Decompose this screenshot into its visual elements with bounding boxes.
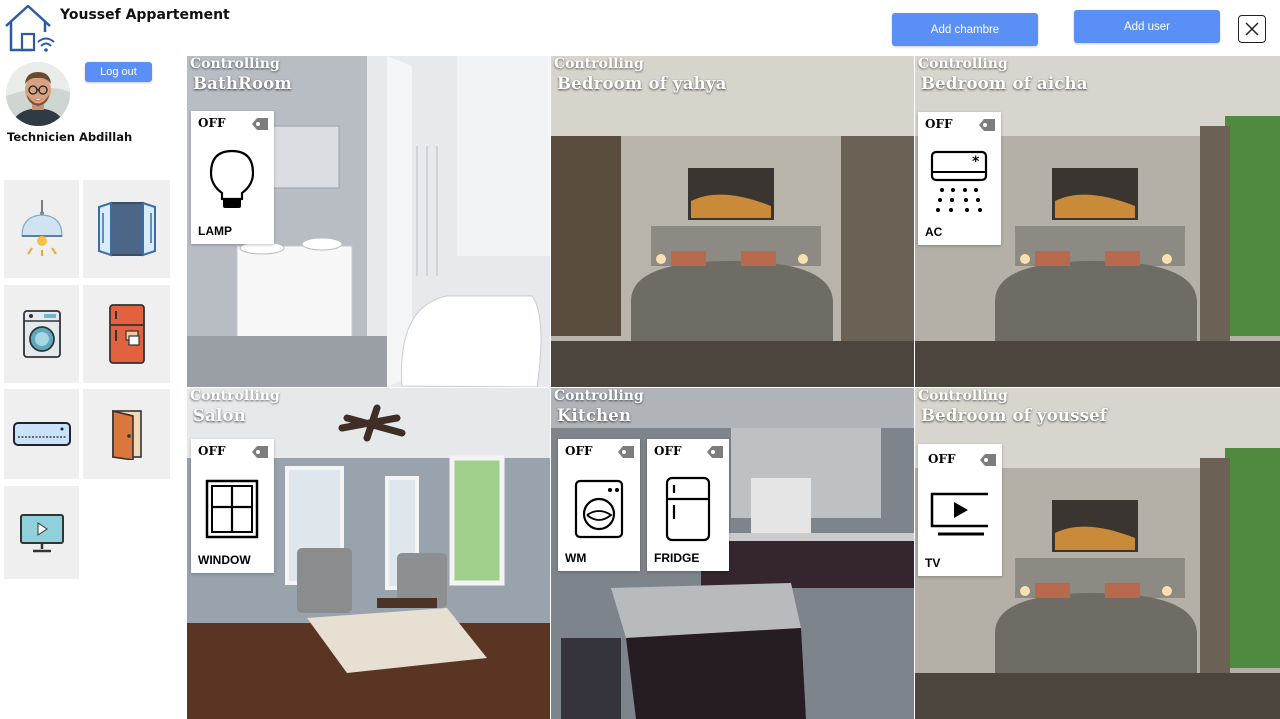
avatar xyxy=(6,62,70,126)
room-card-bedroom-aicha[interactable]: Controlling Bedroom of aicha OFF * AC xyxy=(915,56,1280,387)
add-chambre-button[interactable]: Add chambre xyxy=(892,13,1038,46)
device-label: WM xyxy=(565,551,587,565)
device-card-window[interactable]: OFF WINDOW xyxy=(191,439,274,573)
toggle-tag-icon[interactable] xyxy=(251,445,269,459)
room-card-bedroom-youssef[interactable]: Controlling Bedroom of youssef OFF TV xyxy=(915,388,1280,719)
door-icon xyxy=(111,409,142,460)
toggle-tag-icon[interactable] xyxy=(251,117,269,131)
app-title: Youssef Appartement xyxy=(60,7,230,23)
fridge-icon xyxy=(665,476,711,542)
window-icon xyxy=(97,201,156,257)
tv-icon xyxy=(19,513,64,552)
device-label: TV xyxy=(925,556,941,570)
device-label: LAMP xyxy=(198,224,232,238)
room-name: BathRoom xyxy=(193,74,293,93)
device-state: OFF xyxy=(565,444,593,458)
device-state: OFF xyxy=(198,116,226,130)
tv-icon xyxy=(930,492,988,536)
device-state: OFF xyxy=(928,452,956,466)
room-name: Bedroom of yahya xyxy=(557,74,727,93)
logout-button[interactable]: Log out xyxy=(85,62,152,82)
toggle-tag-icon[interactable] xyxy=(617,445,635,459)
add-user-button[interactable]: Add user xyxy=(1074,10,1220,43)
washing-machine-icon xyxy=(574,479,624,539)
device-state: OFF xyxy=(925,117,953,131)
air-conditioner-icon: * xyxy=(930,150,988,212)
app-window: Youssef Appartement Add chambre Add user… xyxy=(0,0,1280,719)
lamp-icon xyxy=(20,200,63,256)
device-state: OFF xyxy=(654,444,682,458)
device-card-wm[interactable]: OFF WM xyxy=(558,439,640,571)
toggle-tag-icon[interactable] xyxy=(978,118,996,132)
home-wifi-logo-icon xyxy=(2,2,58,54)
room-controlling-label: Controlling xyxy=(918,56,1008,72)
user-name: Technicien Abdillah xyxy=(7,130,133,144)
palette-fridge[interactable] xyxy=(83,285,170,383)
room-name: Bedroom of aicha xyxy=(921,74,1088,93)
device-card-lamp[interactable]: OFF LAMP xyxy=(191,111,274,244)
air-conditioner-icon xyxy=(12,422,71,446)
fridge-icon xyxy=(108,304,145,364)
window-icon xyxy=(205,479,259,539)
room-controlling-label: Controlling xyxy=(554,388,644,404)
palette-door[interactable] xyxy=(83,389,170,479)
room-controlling-label: Controlling xyxy=(190,388,280,404)
washing-machine-icon xyxy=(22,310,61,358)
room-controlling-label: Controlling xyxy=(918,388,1008,404)
close-icon xyxy=(1245,22,1259,36)
room-name: Salon xyxy=(193,406,246,425)
palette-air-conditioner[interactable] xyxy=(4,389,79,479)
device-card-fridge[interactable]: OFF FRIDGE xyxy=(647,439,729,571)
toggle-tag-icon[interactable] xyxy=(706,445,724,459)
device-label: AC xyxy=(925,225,943,239)
device-label: FRIDGE xyxy=(654,551,700,565)
palette-lamp[interactable] xyxy=(4,180,79,278)
bedroom-photo xyxy=(551,56,914,387)
room-controlling-label: Controlling xyxy=(554,56,644,72)
palette-tv[interactable] xyxy=(4,486,79,579)
room-card-bathroom[interactable]: Controlling BathRoom OFF LAMP xyxy=(187,56,550,387)
room-name: Bedroom of youssef xyxy=(921,406,1108,425)
palette-window[interactable] xyxy=(83,180,170,278)
svg-text:*: * xyxy=(972,154,980,170)
device-card-tv[interactable]: OFF TV xyxy=(918,444,1002,576)
lamp-icon xyxy=(209,149,255,208)
close-button[interactable] xyxy=(1238,15,1266,43)
room-name: Kitchen xyxy=(557,406,632,425)
device-card-ac[interactable]: OFF * AC xyxy=(918,112,1001,245)
room-card-kitchen[interactable]: Controlling Kitchen OFF WM OFF FRIDGE xyxy=(551,388,914,719)
room-controlling-label: Controlling xyxy=(190,56,280,72)
device-label: WINDOW xyxy=(198,553,251,567)
toggle-tag-icon[interactable] xyxy=(979,453,997,467)
palette-washing-machine[interactable] xyxy=(4,285,79,383)
room-card-bedroom-yahya[interactable]: Controlling Bedroom of yahya xyxy=(551,56,914,387)
device-state: OFF xyxy=(198,444,226,458)
room-card-salon[interactable]: Controlling Salon OFF WINDOW xyxy=(187,388,550,719)
